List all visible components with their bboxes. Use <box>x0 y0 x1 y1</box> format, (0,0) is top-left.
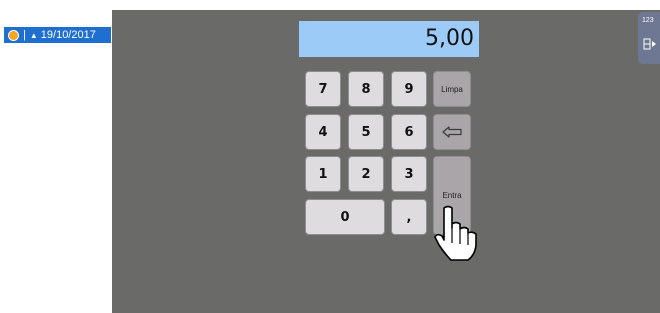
side-tab-label: 123 <box>642 17 654 24</box>
key-1[interactable]: 1 <box>305 156 341 192</box>
key-9[interactable]: 9 <box>391 71 427 107</box>
side-panel-tab[interactable]: 123 <box>638 12 660 64</box>
key-7[interactable]: 7 <box>305 71 341 107</box>
key-comma[interactable]: , <box>391 199 427 235</box>
triangle-up-icon: ▲ <box>29 30 38 40</box>
clear-button[interactable]: Limpa <box>433 71 471 107</box>
status-separator: | <box>23 29 26 41</box>
keypad-panel: 5,00 7 8 9 Limpa 4 5 6 1 2 3 Entra 0 , <box>112 10 660 313</box>
status-date: 19/10/2017 <box>40 29 96 41</box>
hand-pointer-cursor <box>434 205 477 261</box>
status-bar[interactable]: | ▲ 19/10/2017 <box>4 27 111 43</box>
backspace-button[interactable] <box>433 114 471 150</box>
key-5[interactable]: 5 <box>348 114 384 150</box>
key-8[interactable]: 8 <box>348 71 384 107</box>
backspace-arrow-icon <box>442 126 462 138</box>
key-2[interactable]: 2 <box>348 156 384 192</box>
key-6[interactable]: 6 <box>391 114 427 150</box>
key-0[interactable]: 0 <box>305 199 385 235</box>
status-dot-icon <box>8 29 19 41</box>
key-4[interactable]: 4 <box>305 114 341 150</box>
value-display: 5,00 <box>299 21 479 57</box>
dock-panel-icon <box>643 38 656 50</box>
key-3[interactable]: 3 <box>391 156 427 192</box>
